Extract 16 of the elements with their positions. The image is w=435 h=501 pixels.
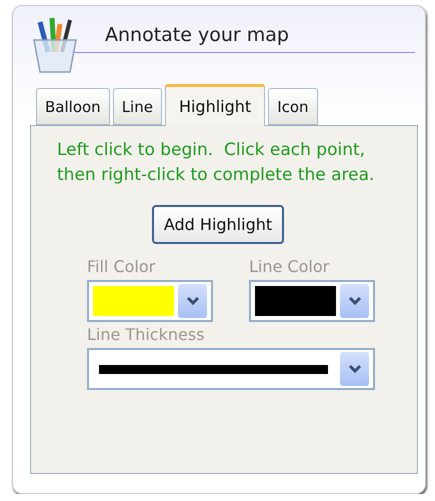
chevron-down-icon[interactable] <box>186 296 200 306</box>
chevron-down-icon[interactable] <box>348 296 362 306</box>
color-dropdown[interactable] <box>87 280 213 322</box>
panel-title: Annotate your map <box>74 24 415 53</box>
thickness-dropdown[interactable] <box>87 348 375 390</box>
field-label: Line Color <box>249 256 330 278</box>
color-dropdown[interactable] <box>249 280 375 322</box>
tab[interactable]: Highlight <box>164 84 266 126</box>
field-label: Line Thickness <box>87 324 206 346</box>
tab[interactable]: Balloon <box>36 88 110 125</box>
tab[interactable]: Icon <box>268 88 318 125</box>
chevron-down-icon[interactable] <box>348 364 362 374</box>
tab[interactable]: Line <box>112 88 162 125</box>
instructions-text: Left click to begin. Click each point, then right-click to complete the area. <box>57 139 376 187</box>
field-label: Fill Color <box>87 256 156 278</box>
add-highlight-button[interactable]: Add Highlight <box>152 205 284 244</box>
